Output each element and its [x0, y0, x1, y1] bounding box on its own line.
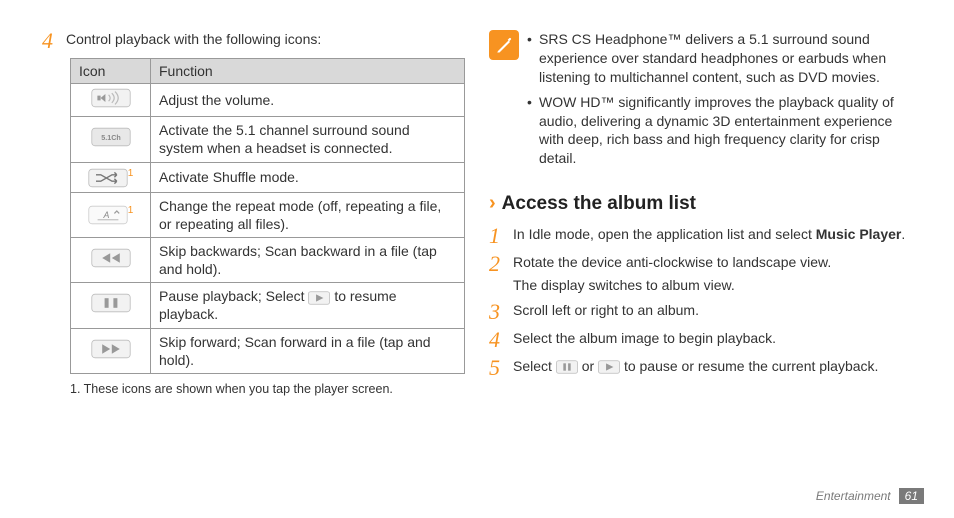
step-2: 2 Rotate the device anti-clockwise to la… [489, 253, 912, 295]
step-4: 4 Select the album image to begin playba… [489, 329, 912, 351]
footnote-ref: 1 [128, 168, 134, 179]
surround-icon: 5.1Ch [71, 117, 151, 162]
table-row: A1 Change the repeat mode (off, repeatin… [71, 192, 465, 237]
chevron-icon: › [489, 192, 496, 215]
header-icon: Icon [71, 59, 151, 84]
step-1: 1 In Idle mode, open the application lis… [489, 225, 912, 247]
step-text: Scroll left or right to an album. [513, 301, 912, 323]
step-number: 5 [489, 357, 513, 379]
pause-icon [556, 360, 578, 374]
table-row: Pause playback; Select to resume playbac… [71, 283, 465, 328]
table-row: Skip forward; Scan forward in a file (ta… [71, 328, 465, 373]
function-text: Pause playback; Select to resume playbac… [151, 283, 465, 328]
right-column: SRS CS Headphone™ delivers a 5.1 surroun… [477, 30, 924, 508]
play-icon [308, 291, 330, 305]
step-number: 1 [489, 225, 513, 247]
step-number: 3 [489, 301, 513, 323]
shuffle-icon: 1 [71, 162, 151, 192]
table-row: Skip backwards; Scan backward in a file … [71, 237, 465, 282]
step-text: In Idle mode, open the application list … [513, 225, 912, 247]
svg-text:A: A [102, 210, 109, 220]
left-column: 4 Control playback with the following ic… [30, 30, 477, 508]
skip-forward-icon [71, 328, 151, 373]
step-3: 3 Scroll left or right to an album. [489, 301, 912, 323]
section-title: Access the album list [502, 193, 696, 215]
page-number: 61 [899, 488, 924, 504]
svg-text:5.1Ch: 5.1Ch [101, 133, 121, 142]
note-icon [489, 30, 519, 60]
step-text: Rotate the device anti-clockwise to land… [513, 253, 912, 295]
note-content: SRS CS Headphone™ delivers a 5.1 surroun… [527, 30, 912, 174]
step-text: Select or to pause or resume the current… [513, 357, 912, 379]
step-5: 5 Select or to pause or resume the curre… [489, 357, 912, 379]
step-text: Select the album image to begin playback… [513, 329, 912, 351]
header-function: Function [151, 59, 465, 84]
table-row: 5.1Ch Activate the 5.1 channel surround … [71, 117, 465, 162]
note-item: WOW HD™ significantly improves the playb… [527, 93, 912, 169]
step-number: 4 [42, 30, 66, 52]
step-text: Control playback with the following icon… [66, 30, 465, 52]
section-heading: › Access the album list [489, 192, 912, 215]
step-number: 4 [489, 329, 513, 351]
function-text: Change the repeat mode (off, repeating a… [151, 192, 465, 237]
skip-back-icon [71, 237, 151, 282]
pause-icon [71, 283, 151, 328]
note-item: SRS CS Headphone™ delivers a 5.1 surroun… [527, 30, 912, 87]
note-box: SRS CS Headphone™ delivers a 5.1 surroun… [489, 30, 912, 174]
function-text: Adjust the volume. [151, 84, 465, 117]
footer-section: Entertainment [816, 489, 891, 503]
function-text: Activate Shuffle mode. [151, 162, 465, 192]
footnote-ref: 1 [128, 205, 134, 216]
repeat-icon: A1 [71, 192, 151, 237]
table-row: Adjust the volume. [71, 84, 465, 117]
icons-table: Icon Function Adjust the volume. 5.1Ch A… [70, 58, 465, 374]
function-text: Skip forward; Scan forward in a file (ta… [151, 328, 465, 373]
play-icon [598, 360, 620, 374]
step-4: 4 Control playback with the following ic… [42, 30, 465, 52]
table-row: 1 Activate Shuffle mode. [71, 162, 465, 192]
volume-icon [71, 84, 151, 117]
step-number: 2 [489, 253, 513, 295]
page-footer: Entertainment 61 [816, 488, 924, 504]
function-text: Skip backwards; Scan backward in a file … [151, 237, 465, 282]
function-text: Activate the 5.1 channel surround sound … [151, 117, 465, 162]
footnote: 1. These icons are shown when you tap th… [70, 382, 465, 396]
